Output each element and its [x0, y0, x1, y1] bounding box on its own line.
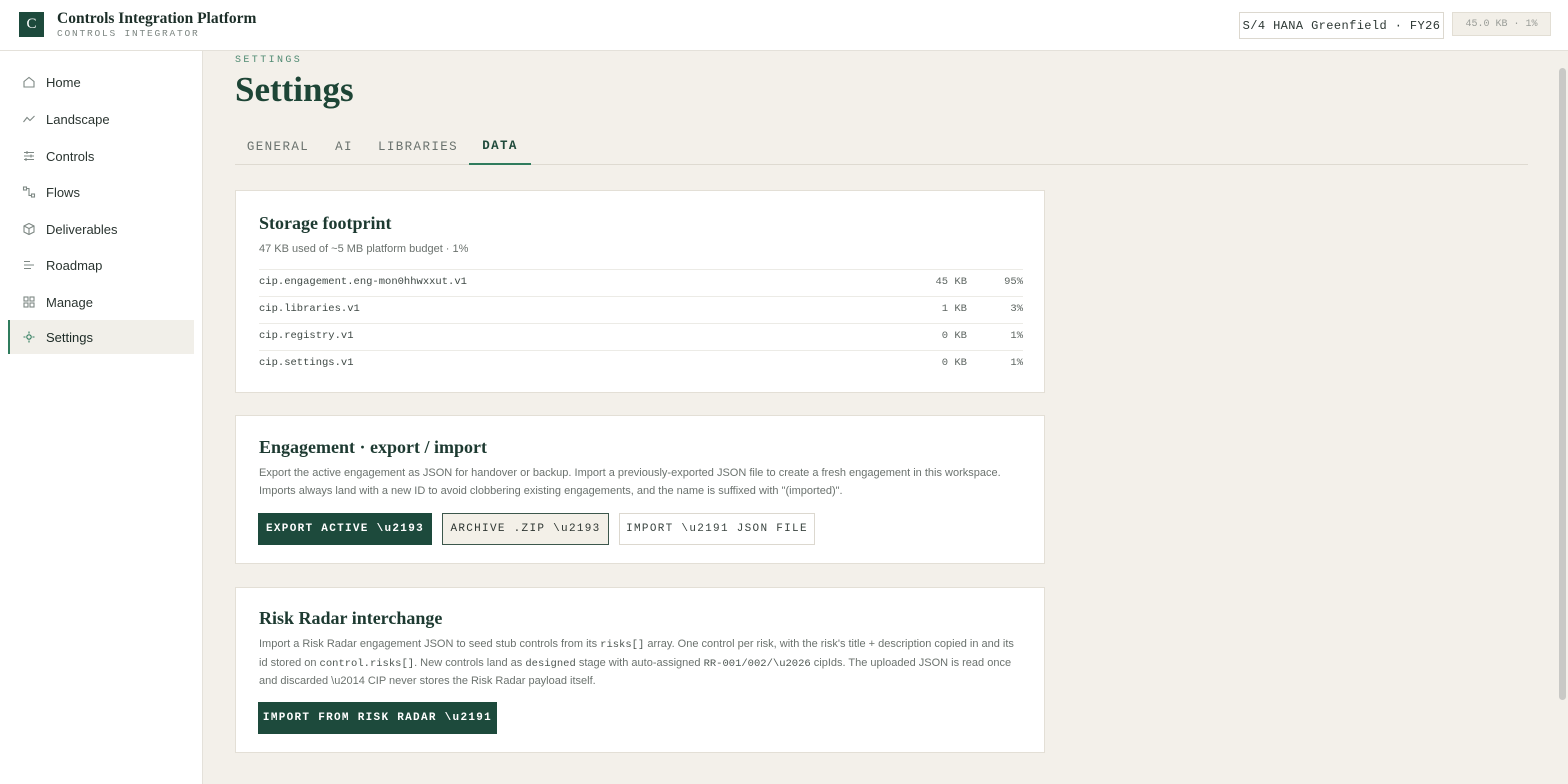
- storage-key: cip.engagement.eng-mon0hhwxxut.v1: [259, 276, 467, 288]
- sidebar-item-manage[interactable]: Manage: [8, 285, 194, 319]
- engagement-description: Export the active engagement as JSON for…: [259, 467, 1001, 497]
- sidebar-item-flows[interactable]: Flows: [8, 175, 194, 209]
- engagement-export-import-card: Engagement · export / import Export the …: [235, 415, 1045, 564]
- inline-code: risks[]: [600, 639, 645, 651]
- landscape-icon: [23, 115, 35, 123]
- inline-code: RR-001/002/\u2026: [703, 657, 811, 670]
- risk-radar-title: Risk Radar interchange: [259, 608, 443, 628]
- storage-size: 0 KB: [941, 357, 967, 369]
- table-row: cip.engagement.eng-mon0hhwxxut.v1 45 KB …: [259, 269, 1023, 296]
- sidebar-item-label: Home: [46, 74, 81, 90]
- description-text: Import a Risk Radar engagement JSON to s…: [259, 638, 601, 650]
- storage-summary: 47 KB used of ~5 MB platform budget · 1%: [259, 243, 469, 255]
- risk-radar-card: Risk Radar interchange Import a Risk Rad…: [235, 587, 1045, 753]
- export-active-button[interactable]: EXPORT ACTIVE \u2193: [258, 513, 432, 545]
- description-text: . New controls land as: [414, 656, 526, 669]
- table-row: cip.registry.v1 0 KB 1%: [259, 323, 1023, 350]
- table-row: cip.settings.v1 0 KB 1%: [259, 350, 1023, 377]
- tab-ai[interactable]: AI: [325, 128, 363, 165]
- inline-code: designed: [525, 657, 576, 670]
- storage-size: 0 KB: [941, 330, 967, 342]
- flow-icon: [22, 186, 36, 198]
- sidebar-item-home[interactable]: Home: [8, 65, 194, 99]
- box-icon: [23, 222, 35, 236]
- archive-zip-button[interactable]: ARCHIVE .ZIP \u2193: [442, 513, 609, 545]
- storage-size: 1 KB: [941, 303, 967, 315]
- storage-usage-badge: 45.0 KB · 1%: [1452, 12, 1551, 36]
- environment-selector[interactable]: S/4 HANA Greenfield · FY26: [1239, 12, 1444, 39]
- storage-percent: 3%: [1010, 303, 1023, 315]
- app-subtitle: CONTROLS INTEGRATOR: [57, 28, 200, 39]
- app-title: Controls Integration Platform: [57, 10, 257, 27]
- storage-percent: 1%: [1010, 330, 1023, 342]
- sidebar-item-roadmap[interactable]: Roadmap: [8, 248, 194, 282]
- sidebar-item-label: Roadmap: [46, 257, 103, 273]
- storage-key: cip.settings.v1: [259, 357, 354, 369]
- scrollbar[interactable]: [1559, 68, 1566, 700]
- grid-icon: [23, 296, 35, 308]
- sidebar-item-controls[interactable]: Controls: [8, 139, 194, 173]
- tab-general[interactable]: GENERAL: [235, 128, 321, 165]
- sidebar-item-label: Flows: [46, 184, 80, 200]
- table-row: cip.libraries.v1 1 KB 3%: [259, 296, 1023, 323]
- sidebar-item-label: Settings: [46, 329, 93, 345]
- storage-key: cip.libraries.v1: [259, 303, 360, 315]
- sliders-icon: [24, 151, 34, 161]
- risk-radar-description: Import a Risk Radar engagement JSON to s…: [259, 636, 1024, 691]
- storage-title: Storage footprint: [259, 213, 392, 233]
- tab-libraries[interactable]: LIBRARIES: [371, 128, 465, 165]
- settings-tabs: GENERAL AI LIBRARIES DATA: [235, 128, 1528, 165]
- sidebar-item-label: Deliverables: [46, 221, 118, 237]
- engagement-title: Engagement · export / import: [259, 437, 487, 457]
- import-risk-radar-button[interactable]: IMPORT FROM RISK RADAR \u2191: [258, 702, 497, 734]
- storage-size: 45 KB: [935, 276, 967, 288]
- breadcrumb: SETTINGS: [235, 55, 303, 66]
- top-bar: C Controls Integration Platform CONTROLS…: [0, 0, 1568, 51]
- inline-code: control.risks[]: [319, 657, 415, 670]
- sidebar-item-settings[interactable]: Settings: [8, 320, 194, 354]
- import-json-button[interactable]: IMPORT \u2191 JSON FILE: [619, 513, 815, 545]
- storage-footprint-card: Storage footprint 47 KB used of ~5 MB pl…: [235, 190, 1045, 393]
- home-icon: [23, 76, 35, 88]
- page-title: Settings: [235, 70, 354, 109]
- app-logo[interactable]: C: [19, 12, 44, 37]
- roadmap-icon: [24, 260, 34, 270]
- storage-percent: 95%: [1004, 276, 1023, 288]
- description-text: stage with auto-assigned: [575, 656, 704, 669]
- sidebar-item-label: Landscape: [46, 111, 110, 127]
- sidebar-item-deliverables[interactable]: Deliverables: [8, 212, 194, 246]
- settings-icon: [23, 331, 35, 343]
- tab-data[interactable]: DATA: [469, 128, 531, 165]
- sidebar-item-label: Manage: [46, 294, 93, 310]
- sidebar: Home Landscape Controls Flows Deliverabl…: [0, 51, 203, 784]
- sidebar-item-landscape[interactable]: Landscape: [8, 102, 194, 136]
- storage-key: cip.registry.v1: [259, 330, 354, 342]
- storage-percent: 1%: [1010, 357, 1023, 369]
- sidebar-item-label: Controls: [46, 148, 95, 164]
